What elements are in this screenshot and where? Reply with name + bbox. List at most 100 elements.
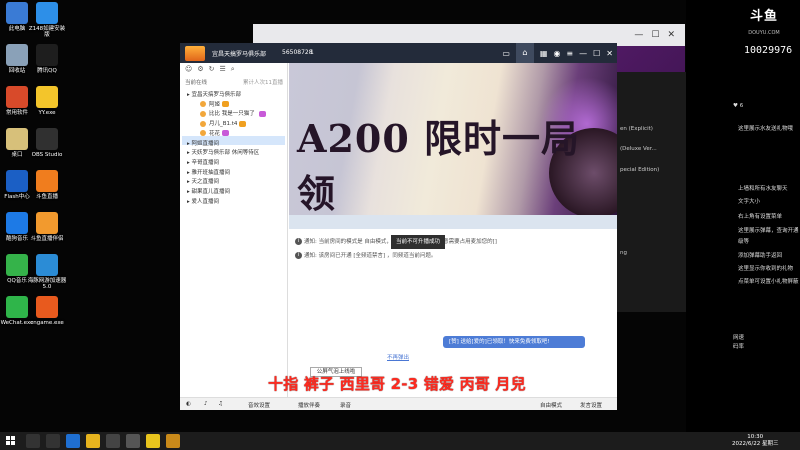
channel-item[interactable]: ▸ 爱人直播间 — [187, 197, 219, 205]
channel-title: 宜昌天搞罗马俱乐部 — [212, 51, 267, 58]
mic-icon[interactable]: ♪ — [204, 401, 208, 407]
channel-item[interactable]: ▸ 甜果直儿直播间 — [187, 187, 230, 195]
desktop-icon[interactable]: 斗鱼直播 — [27, 170, 67, 200]
desktop-icon[interactable]: 腾讯QQ — [27, 44, 67, 74]
app-icon — [6, 44, 28, 66]
channel-item[interactable]: ▸ 雅开班抽直播间 — [187, 168, 230, 176]
voice-settings-button[interactable]: 音效设置 — [248, 401, 270, 409]
search-icon[interactable]: ⌕ — [231, 65, 235, 73]
home-icon[interactable]: ⌂ — [515, 43, 534, 63]
channel-avatar[interactable] — [185, 46, 205, 61]
yy-icon[interactable] — [146, 434, 160, 448]
notice-text: 通知: 该房间已开通 [全频道禁言] ，同频道当前问题。 — [304, 253, 437, 259]
douyu-panel: 斗鱼 DOUYU.COM 10029976 ♥ 6 这里展示水友送礼物哦 上墙和… — [686, 0, 800, 432]
panel-message: 级等 — [738, 239, 750, 245]
network-speed: 网速 — [733, 335, 745, 341]
event-banner[interactable]: A200 限时一局领 — [289, 63, 617, 215]
obs-icon[interactable] — [106, 434, 120, 448]
channel-label: 宜昌天搞罗马俱乐部 — [191, 92, 242, 98]
playlist-item[interactable]: (Deluxe Ver... — [620, 146, 657, 152]
panel-message: 这里展示弹幕，查询开通 — [738, 228, 799, 234]
channel-user[interactable]: 比比 我是一只猫了 — [200, 109, 266, 117]
panel-message: 文字大小 — [738, 199, 761, 205]
channel-item[interactable]: ▸ 阿姬直播间 — [187, 139, 219, 147]
channel-item[interactable]: ▸ 辛哥直播间 — [187, 158, 219, 166]
badge-icon — [222, 101, 230, 108]
desktop-icon[interactable]: cngame.exe — [27, 296, 67, 326]
total-label: 累计人次11直播 — [243, 80, 283, 86]
desktop-icon[interactable]: OBS Studio — [27, 128, 67, 158]
panel-message: 点菜单可设置小礼物屏蔽 — [738, 279, 799, 285]
desktop-icon-label: cngame.exe — [30, 320, 64, 326]
app-icon — [36, 86, 58, 108]
app-icon — [6, 296, 28, 318]
mode-select[interactable]: 自由模式 — [540, 401, 562, 409]
desktop-icon[interactable]: 斗鱼直播伴侣 — [27, 212, 67, 242]
channel-label: 天妖罗马俱乐部 休闲等待区 — [191, 150, 260, 157]
app-icon — [36, 296, 58, 318]
gamepad-icon[interactable]: ◉ — [553, 49, 560, 58]
panel-message: 右上角有设置菜单 — [738, 214, 783, 220]
desktop-icon-label: OBS Studio — [31, 152, 63, 158]
speak-settings-button[interactable]: 发言设置 — [580, 401, 602, 409]
playlist-item[interactable]: ng — [620, 250, 627, 256]
clock[interactable]: 10:30 2022/6/22 星期三 — [732, 434, 778, 448]
channel-user[interactable]: 阿姬 — [200, 100, 230, 108]
clock-time: 10:30 — [747, 434, 764, 440]
list-icon[interactable]: ☰ — [219, 65, 225, 73]
minimize-icon[interactable]: — — [634, 30, 643, 40]
no-remind-link[interactable]: 不再弹出 — [387, 353, 409, 361]
overlay-danmu: 十指 裤子 西里哥 2-3 错爱 丙哥 月兒 — [268, 375, 526, 393]
menu-icon[interactable]: ≡ — [566, 49, 573, 58]
maximize-icon[interactable]: ☐ — [593, 49, 600, 58]
edge-icon[interactable] — [66, 434, 80, 448]
channel-sidebar: ☺ ⚙ ↻ ☰ ⌕ 当前在线 累计人次11直播 ▸ 宜昌天搞罗马俱乐部 阿姬 比比 … — [180, 63, 288, 397]
channel-item[interactable]: ▸ 宜昌天搞罗马俱乐部 — [187, 90, 241, 98]
folder-icon[interactable] — [86, 434, 100, 448]
desktop-icon-label: 斗鱼直播 — [35, 194, 58, 200]
panel-message: 这里展示水友送礼物哦 — [738, 126, 794, 132]
channel-user[interactable]: 月儿_B1.t4 — [200, 119, 247, 127]
grid-icon[interactable]: ▦ — [540, 49, 548, 58]
maximize-icon[interactable]: ☐ — [651, 30, 659, 40]
channel-label: 比比 我是一只猫了 — [209, 111, 257, 118]
music-button[interactable]: 播放伴奏 — [298, 401, 320, 409]
task-view-icon[interactable] — [46, 434, 60, 448]
refresh-icon[interactable]: ↻ — [209, 65, 215, 73]
desktop-icon[interactable]: 海豚网游加速器5.0 — [27, 254, 67, 291]
sidebar-toolbar: ☺ ⚙ ↻ ☰ ⌕ — [180, 63, 287, 75]
panel-message: 这里显示你收到的礼物 — [738, 266, 794, 272]
screen-icon[interactable]: ▭ — [502, 49, 510, 58]
app-icon[interactable] — [126, 434, 140, 448]
close-icon[interactable]: ✕ — [606, 49, 613, 58]
start-button[interactable] — [6, 436, 16, 446]
app-icon — [36, 2, 58, 24]
desktop-icon-label: YY.exe — [38, 110, 56, 116]
user-icon[interactable]: ☺ — [185, 65, 192, 73]
avatar[interactable]: ◐ — [186, 401, 191, 407]
like-count: 6 — [739, 103, 744, 109]
channel-id: 56508728 — [282, 49, 313, 56]
close-icon[interactable]: ✕ — [667, 30, 675, 40]
record-button[interactable]: 录音 — [340, 401, 351, 409]
volume-icon[interactable]: ♫ — [218, 401, 223, 407]
channel-item[interactable]: ▸ 天之直播间 — [187, 177, 219, 185]
chat-header-bar — [289, 215, 617, 229]
playlist-item[interactable]: en (Explicit) — [620, 126, 653, 132]
playlist-item[interactable]: pecial Edition) — [620, 167, 659, 173]
badge-icon — [239, 120, 247, 127]
minimize-icon[interactable]: — — [579, 49, 587, 58]
desktop-icon-label: 海豚网游加速器5.0 — [27, 278, 67, 291]
main-window[interactable]: 宜昌天搞罗马俱乐部 56508728 1 ▭ ⌂ ▦ ◉ ≡ — ☐ ✕ ☺ ⚙… — [180, 43, 617, 410]
desktop-icon[interactable]: YY.exe — [27, 86, 67, 116]
douyu-taskbar-icon[interactable] — [166, 434, 180, 448]
info-icon: i — [295, 252, 302, 259]
douyu-logo-sub: DOUYU.COM — [748, 30, 780, 36]
settings-icon[interactable]: ⚙ — [197, 65, 203, 73]
gift-bubble[interactable]: [赞] 送给[爱的]已领取！快来免费领取吧! — [443, 336, 585, 348]
desktop-icon[interactable]: Z148如建安装版 — [27, 2, 67, 39]
search-icon[interactable] — [26, 434, 40, 448]
info-icon: i — [295, 238, 302, 245]
channel-user[interactable]: 花花 — [200, 129, 230, 137]
channel-item[interactable]: ▸ 天妖罗马俱乐部 休闲等待区 — [187, 148, 259, 156]
